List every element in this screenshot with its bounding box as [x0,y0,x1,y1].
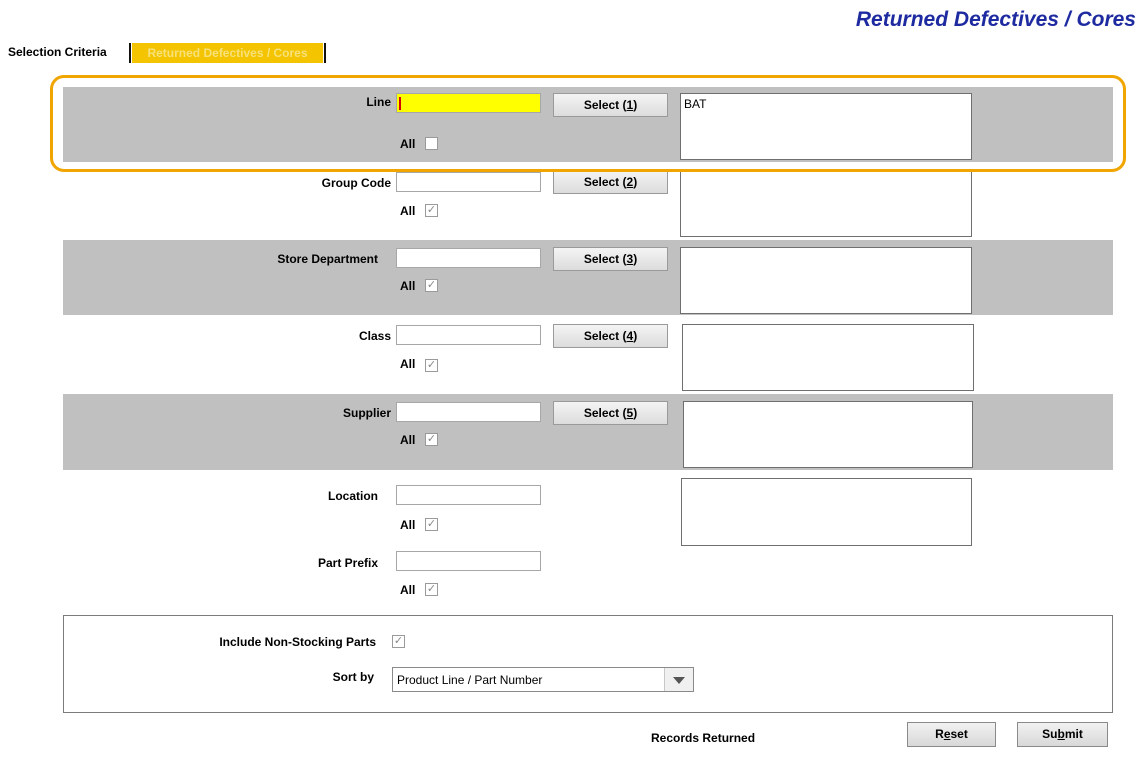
class-select-prefix: Select ( [583,329,627,343]
submit-label-post: mit [1064,727,1083,741]
group-code-label: Group Code [321,176,391,190]
line-select-button[interactable]: Select (1) [553,93,668,117]
check-icon: ✓ [393,635,404,647]
check-icon: ✓ [426,359,437,371]
supplier-list[interactable] [683,401,973,468]
supplier-select-suffix: ) [633,406,638,420]
submit-button[interactable]: Submit [1017,722,1108,747]
class-list[interactable] [682,324,974,391]
line-all-label: All [400,137,416,151]
class-input[interactable] [396,325,541,345]
store-department-list[interactable] [680,247,972,314]
supplier-select-button[interactable]: Select (5) [553,401,668,425]
chevron-down-icon[interactable] [664,668,693,691]
check-icon: ✓ [426,204,437,216]
location-all-label: All [400,518,416,532]
line-label: Line [366,95,391,109]
store-department-all-checkbox[interactable]: ✓ [425,279,438,292]
class-all-label: All [400,357,416,371]
sort-by-label: Sort by [332,670,374,684]
group-code-select-prefix: Select ( [583,175,627,189]
location-label: Location [328,489,378,503]
options-panel [63,615,1113,713]
group-code-input[interactable] [396,172,541,192]
include-non-stocking-label: Include Non-Stocking Parts [219,635,376,649]
class-select-button[interactable]: Select (4) [553,324,668,348]
supplier-select-prefix: Select ( [583,406,627,420]
part-prefix-label: Part Prefix [317,556,378,570]
line-select-prefix: Select ( [583,98,627,112]
tab-divider [324,43,326,63]
check-icon: ✓ [426,583,437,595]
check-icon: ✓ [426,433,437,445]
tab-returned-defectives[interactable]: Returned Defectives / Cores [132,43,323,63]
supplier-input[interactable] [396,402,541,422]
line-select-suffix: ) [633,98,638,112]
part-prefix-input[interactable] [396,551,541,571]
text-cursor [399,97,401,110]
group-code-all-label: All [400,204,416,218]
line-list[interactable]: BAT [680,93,972,160]
reset-label-key: e [943,727,951,741]
store-department-label: Store Department [277,252,378,266]
part-prefix-all-checkbox[interactable]: ✓ [425,583,438,596]
reset-label-pre: R [935,727,944,741]
supplier-label: Supplier [342,406,391,420]
sort-by-select[interactable]: Product Line / Part Number [392,667,694,692]
store-department-select-button[interactable]: Select (3) [553,247,668,271]
check-icon: ✓ [426,279,437,291]
tab-divider [129,43,131,63]
check-icon: ✓ [426,518,437,530]
group-code-select-button[interactable]: Select (2) [553,170,668,194]
group-code-list[interactable] [680,170,972,237]
include-non-stocking-checkbox[interactable]: ✓ [392,635,405,648]
class-select-suffix: ) [633,329,638,343]
records-returned-label: Records Returned [651,731,756,745]
location-all-checkbox[interactable]: ✓ [425,518,438,531]
group-code-select-suffix: ) [633,175,638,189]
line-input[interactable] [396,93,541,113]
location-list[interactable] [681,478,972,546]
location-input[interactable] [396,485,541,505]
store-department-select-prefix: Select ( [583,252,627,266]
store-department-select-suffix: ) [633,252,638,266]
class-label: Class [358,329,391,343]
tab-selection-criteria[interactable]: Selection Criteria [8,45,107,59]
line-all-checkbox[interactable] [425,137,438,150]
submit-label-key: b [1057,727,1065,741]
page-title: Returned Defectives / Cores [855,8,1136,31]
supplier-all-checkbox[interactable]: ✓ [425,433,438,446]
reset-button[interactable]: Reset [907,722,996,747]
sort-by-value: Product Line / Part Number [397,673,543,687]
submit-label-pre: Su [1042,727,1058,741]
store-department-input[interactable] [396,248,541,268]
group-code-all-checkbox[interactable]: ✓ [425,204,438,217]
class-all-checkbox[interactable]: ✓ [425,359,438,372]
reset-label-post: set [950,727,968,741]
store-department-all-label: All [400,279,416,293]
part-prefix-all-label: All [400,583,416,597]
supplier-all-label: All [400,433,416,447]
